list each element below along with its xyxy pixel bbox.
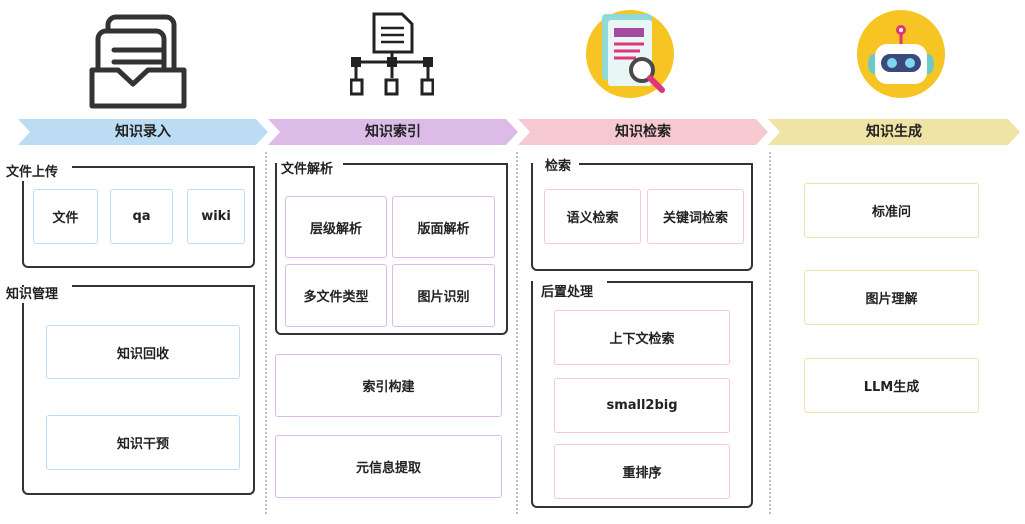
item-small2big: small2big [554,378,730,433]
document-search-icon [586,10,674,98]
group-title: 文件上传 [2,165,63,181]
group-title: 文件解析 [277,162,338,178]
stage-banner-knowledge-retrieval: 知识检索 [518,119,768,145]
item-reranking: 重排序 [554,444,730,499]
stage-title: 知识生成 [866,124,922,140]
group-title: 后置处理 [537,285,598,301]
stage-title: 知识录入 [115,124,171,140]
group-title: 知识管理 [2,287,63,303]
item-image-recognition: 图片识别 [392,264,495,327]
robot-icon [857,10,945,98]
stage-banner-knowledge-index: 知识索引 [268,119,518,145]
group-title: 检索 [541,159,576,175]
item-index-building: 索引构建 [275,354,502,417]
item-context-search: 上下文检索 [554,310,730,365]
item-knowledge-recycle: 知识回收 [46,325,240,379]
item-multi-file-types: 多文件类型 [285,264,387,327]
item-standard-question: 标准问 [804,183,979,238]
column-separator [265,152,267,514]
document-hierarchy-icon [350,12,434,96]
item-image-understanding: 图片理解 [804,270,979,325]
stage-banner-knowledge-ingest: 知识录入 [18,119,268,145]
item-layout-parsing: 版面解析 [392,196,495,258]
stage-title: 知识检索 [615,124,671,140]
item-qa: qa [110,189,173,244]
item-hierarchy-parsing: 层级解析 [285,196,387,258]
item-llm-generation: LLM生成 [804,358,979,413]
item-knowledge-intervention: 知识干预 [46,415,240,470]
stage-title: 知识索引 [365,124,421,140]
inbox-document-icon [89,14,187,109]
item-keyword-search: 关键词检索 [647,189,744,244]
item-semantic-search: 语义检索 [544,189,641,244]
column-separator [516,152,518,514]
item-wiki: wiki [187,189,245,244]
stage-banner-knowledge-generation: 知识生成 [768,119,1020,145]
item-file: 文件 [33,189,98,244]
item-metadata-extraction: 元信息提取 [275,435,502,498]
column-separator [769,152,771,514]
